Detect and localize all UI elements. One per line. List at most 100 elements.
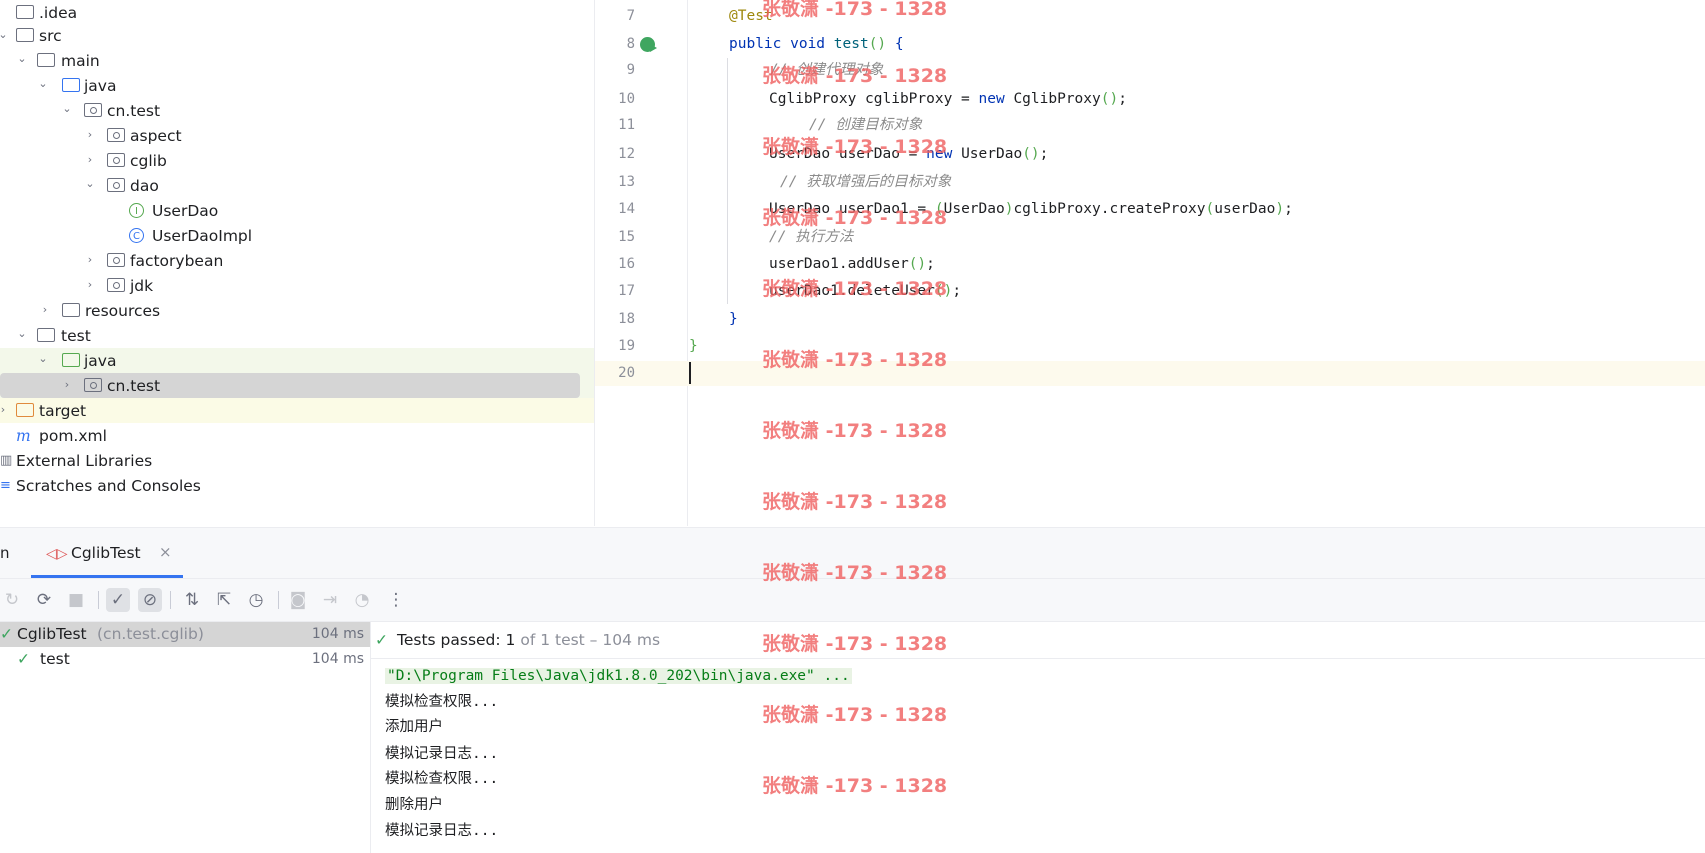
chevron-right-icon[interactable]: ›	[85, 254, 95, 265]
interface-icon: I	[129, 203, 144, 218]
folder-icon	[37, 328, 55, 342]
tree-item-dao[interactable]: ⌄ dao	[0, 173, 594, 198]
console-line: 模拟记录日志...	[385, 746, 499, 762]
code-line: 19 }	[618, 338, 698, 354]
tree-item-pom[interactable]: m pom.xml	[0, 423, 594, 448]
folder-icon	[16, 5, 34, 19]
test-status-bar: ✓ Tests passed: 1 of 1 test – 104 ms	[371, 622, 1705, 659]
tree-item-idea[interactable]: .idea	[0, 0, 594, 25]
tree-item-test-cn-test[interactable]: › cn.test	[0, 373, 594, 398]
coverage-icon[interactable]: ◔	[350, 588, 374, 612]
tree-item-scratches[interactable]: ≡ Scratches and Consoles	[0, 473, 594, 498]
tree-item-test[interactable]: ⌄ test	[0, 323, 594, 348]
console-line: 模拟检查权限...	[385, 771, 499, 787]
camera-icon[interactable]: ◙	[286, 588, 310, 612]
test-suite-row[interactable]: ✓ CglibTest (cn.test.cglib) 104 ms	[0, 622, 370, 647]
tree-item-java[interactable]: ⌄ java	[0, 73, 594, 98]
project-tree: .idea ⌄ src ⌄ main ⌄ java ⌄ cn.test › as…	[0, 0, 595, 526]
chevron-right-icon[interactable]: ›	[40, 304, 50, 315]
passed-check-icon: ✓	[375, 631, 388, 649]
package-icon	[107, 178, 125, 192]
tree-item-factorybean[interactable]: › factorybean	[0, 248, 594, 273]
chevron-down-icon[interactable]: ⌄	[62, 103, 72, 114]
chevron-down-icon[interactable]: ⌄	[38, 78, 48, 89]
more-options-icon[interactable]: ⋮	[384, 588, 408, 612]
close-icon[interactable]: ×	[159, 543, 172, 561]
show-passed-icon[interactable]: ✓	[106, 588, 130, 612]
package-icon	[107, 128, 125, 142]
code-line: 7 @Test	[626, 8, 773, 24]
code-line: 10 CglibProxy cglibProxy = new CglibProx…	[618, 91, 1127, 107]
package-icon	[107, 253, 125, 267]
package-icon	[84, 378, 102, 392]
history-icon[interactable]: ◷	[244, 588, 268, 612]
tree-item-target[interactable]: › target	[0, 398, 594, 423]
stop-icon[interactable]: ■	[64, 588, 88, 612]
code-line: 9 // 创建代理对象	[626, 62, 884, 78]
tree-item-jdk[interactable]: › jdk	[0, 273, 594, 298]
tree-item-main[interactable]: ⌄ main	[0, 48, 594, 73]
chevron-down-icon[interactable]: ⌄	[38, 353, 48, 364]
scratches-icon: ≡	[0, 478, 11, 493]
chevron-right-icon[interactable]: ›	[85, 154, 95, 165]
test-case-row[interactable]: ✓ test 104 ms	[0, 647, 370, 672]
rerun-failed-icon[interactable]: ⟳	[32, 588, 56, 612]
active-tab-indicator	[31, 575, 183, 578]
sort-icon[interactable]: ⇅	[180, 588, 204, 612]
package-icon	[107, 153, 125, 167]
collapse-all-icon[interactable]: ⇱	[212, 588, 236, 612]
toolbar-separator	[98, 591, 99, 609]
code-line-current: 20	[595, 361, 1705, 386]
chevron-down-icon[interactable]: ⌄	[17, 53, 27, 64]
code-line: 14 UserDao userDao1 = (UserDao)cglibProx…	[618, 201, 1293, 217]
rerun-icon[interactable]: ↻	[0, 588, 24, 612]
tree-item-cglib[interactable]: › cglib	[0, 148, 594, 173]
tree-item-userdaoimpl[interactable]: C UserDaoImpl	[0, 223, 594, 248]
chevron-down-icon[interactable]: ⌄	[0, 29, 8, 40]
console-line: 删除用户	[385, 797, 443, 813]
passed-check-icon: ✓	[17, 650, 30, 668]
tree-item-src[interactable]: ⌄ src	[0, 23, 594, 48]
indent-guide	[727, 58, 728, 304]
test-run-icon: ◁▷	[46, 546, 68, 562]
toolbar-separator	[278, 591, 279, 609]
console-output[interactable]: ✓ Tests passed: 1 of 1 test – 104 ms "D:…	[371, 622, 1705, 853]
code-line: 13 // 获取增强后的目标对象	[618, 174, 952, 190]
chevron-right-icon[interactable]: ›	[62, 379, 72, 390]
text-caret	[689, 362, 691, 384]
class-icon: C	[129, 228, 144, 243]
run-toolbar: ↻ ⟳ ■ ✓ ⊘ ⇅ ⇱ ◷ ◙ ⇥ ◔ ⋮	[0, 579, 1705, 622]
show-ignored-icon[interactable]: ⊘	[138, 588, 162, 612]
chevron-down-icon[interactable]: ⌄	[85, 178, 95, 189]
run-tab-bar: n ◁▷ CglibTest ×	[0, 528, 1705, 579]
test-results-tree: ✓ CglibTest (cn.test.cglib) 104 ms ✓ tes…	[0, 622, 371, 853]
tab-cglibtest[interactable]: ◁▷ CglibTest ×	[31, 528, 183, 578]
package-icon	[107, 278, 125, 292]
code-line: 11 // 创建目标对象	[618, 117, 923, 133]
code-line: 16 userDao1.addUser();	[618, 256, 935, 272]
code-line: 17 userDao1.deleteUser();	[618, 283, 962, 299]
import-icon[interactable]: ⇥	[318, 588, 342, 612]
chevron-right-icon[interactable]: ›	[85, 279, 95, 290]
folder-icon	[37, 53, 55, 67]
chevron-right-icon[interactable]: ›	[85, 129, 95, 140]
console-line: 添加用户	[385, 719, 443, 735]
code-line: 8 public void test() {	[626, 36, 904, 52]
tree-item-resources[interactable]: › resources	[0, 298, 594, 323]
tree-item-test-java[interactable]: ⌄ java	[0, 348, 594, 373]
code-editor[interactable]: 7 @Test 8 public void test() { 9 // 创建代理…	[595, 0, 1705, 526]
excluded-folder-icon	[16, 403, 34, 417]
run-test-icon[interactable]	[640, 37, 657, 52]
tree-item-cn-test[interactable]: ⌄ cn.test	[0, 98, 594, 123]
code-line: 18 }	[618, 311, 738, 327]
chevron-down-icon[interactable]: ⌄	[17, 328, 27, 339]
tree-item-userdao[interactable]: I UserDao	[0, 198, 594, 223]
run-tool-window: n ◁▷ CglibTest × ↻ ⟳ ■ ✓ ⊘ ⇅ ⇱ ◷ ◙ ⇥ ◔ ⋮…	[0, 527, 1705, 853]
console-line: 模拟记录日志...	[385, 823, 499, 839]
console-line: 模拟检查权限...	[385, 694, 499, 710]
chevron-right-icon[interactable]: ›	[0, 404, 8, 415]
tree-item-external-libraries[interactable]: ▥ External Libraries	[0, 448, 594, 473]
maven-icon: m	[16, 426, 31, 445]
tree-item-aspect[interactable]: › aspect	[0, 123, 594, 148]
source-folder-icon	[62, 78, 80, 92]
